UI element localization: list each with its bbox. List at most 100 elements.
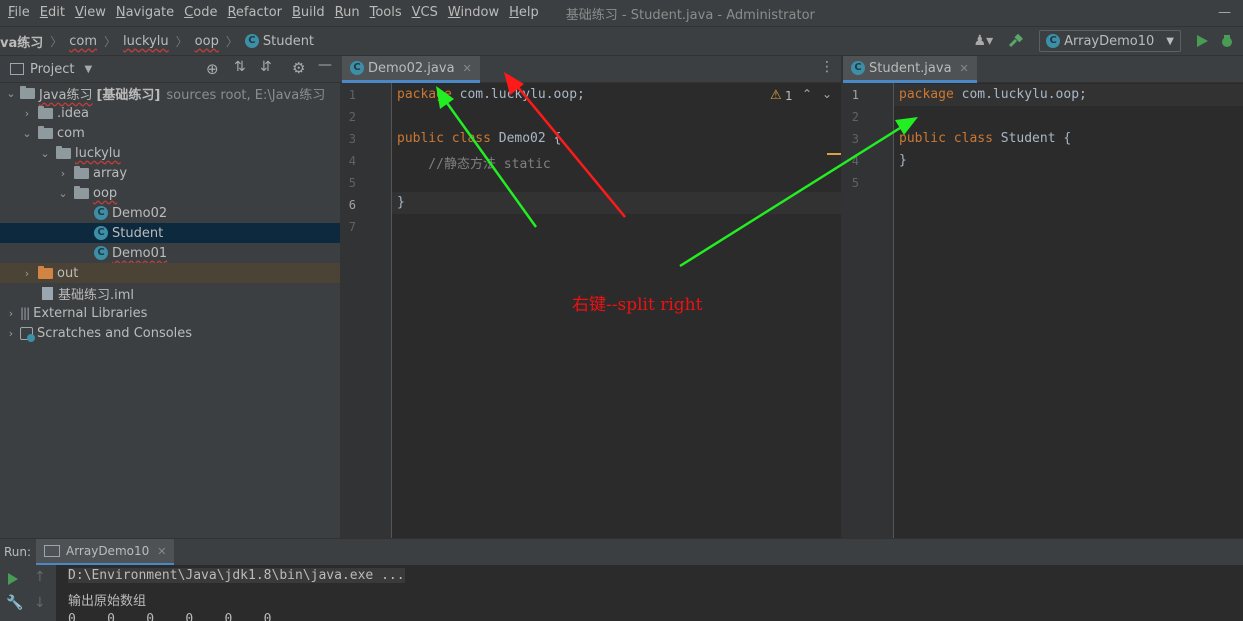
run-label: Run: bbox=[4, 545, 32, 559]
line-number: 7 bbox=[348, 220, 356, 234]
tree-item-out[interactable]: › out bbox=[0, 263, 340, 283]
scratch-icon bbox=[20, 326, 35, 342]
tab-student-java[interactable]: C Student.java ✕ bbox=[843, 56, 977, 83]
right-editor-code[interactable]: package com.luckylu.oop; public class St… bbox=[894, 83, 1243, 538]
chevron-right-icon[interactable]: › bbox=[56, 167, 70, 180]
warning-icon[interactable]: ⚠ bbox=[770, 88, 782, 103]
chevron-down-icon[interactable]: ⌄ bbox=[38, 147, 52, 160]
breadcrumb-separator-icon: 〉 bbox=[225, 34, 238, 49]
breadcrumb-project[interactable]: va练习 bbox=[0, 32, 43, 51]
tab-demo02-java[interactable]: C Demo02.java ✕ bbox=[342, 56, 480, 83]
line-number: 1 bbox=[348, 88, 356, 102]
hide-panel-icon[interactable]: — bbox=[318, 57, 332, 73]
tree-item-student[interactable]: C Student bbox=[0, 223, 340, 243]
menu-tools[interactable]: Tools bbox=[365, 0, 407, 26]
close-icon[interactable]: ✕ bbox=[960, 62, 969, 75]
project-view-select[interactable]: Project bbox=[30, 62, 74, 77]
tree-item-scratches[interactable]: › Scratches and Consoles bbox=[0, 323, 340, 343]
close-icon[interactable]: ✕ bbox=[157, 545, 166, 558]
breadcrumb-com[interactable]: com bbox=[69, 34, 97, 49]
module-file-icon bbox=[42, 286, 53, 300]
run-tab-arraydemo10[interactable]: ArrayDemo10 ✕ bbox=[36, 539, 175, 565]
code-line-4: } bbox=[899, 153, 907, 168]
collapse-all-icon[interactable]: ⇵ bbox=[260, 59, 272, 75]
code-line-4: //静态方法 static bbox=[397, 157, 551, 172]
chevron-right-icon[interactable]: › bbox=[20, 267, 34, 280]
tree-item-project-root[interactable]: ⌄ Java练习 [基础练习] sources root, E:\Java练习 bbox=[0, 83, 340, 103]
chevron-down-icon[interactable]: ⌄ bbox=[4, 87, 18, 100]
menu-view[interactable]: View bbox=[70, 0, 111, 26]
menu-vcs[interactable]: VCS bbox=[407, 0, 443, 26]
breadcrumb-luckylu[interactable]: luckylu bbox=[123, 34, 169, 49]
menu-window[interactable]: Window bbox=[443, 0, 504, 26]
chevron-down-icon[interactable]: ▼ bbox=[84, 64, 92, 75]
annotation-text: 右键--split right bbox=[572, 295, 703, 315]
run-side-toolbar: ↑ 🔧 ↓ bbox=[0, 565, 56, 621]
debug-icon[interactable] bbox=[1219, 33, 1235, 49]
breadcrumb-oop[interactable]: oop bbox=[195, 34, 219, 49]
right-editor-gutter: 1 2 3 4 5 bbox=[843, 83, 894, 538]
chevron-right-icon[interactable]: › bbox=[4, 327, 18, 340]
more-options-icon[interactable]: ⋮ bbox=[820, 59, 834, 75]
wrench-icon[interactable]: 🔧 bbox=[6, 595, 23, 611]
scroll-up-icon[interactable]: ↑ bbox=[34, 569, 46, 585]
tree-item-array[interactable]: › array bbox=[0, 163, 340, 183]
tree-item-idea[interactable]: › .idea bbox=[0, 103, 340, 123]
folder-icon bbox=[38, 105, 53, 119]
menu-help[interactable]: Help bbox=[504, 0, 544, 26]
menu-file[interactable]: File bbox=[0, 0, 35, 26]
menu-refactor[interactable]: Refactor bbox=[222, 0, 287, 26]
line-number: 6 bbox=[348, 198, 356, 212]
expand-all-icon[interactable]: ⇅ bbox=[234, 59, 246, 75]
gear-icon[interactable]: ⚙ bbox=[292, 59, 305, 77]
line-number: 1 bbox=[851, 88, 859, 102]
run-icon[interactable] bbox=[1195, 34, 1209, 48]
menu-build[interactable]: Build bbox=[287, 0, 330, 26]
chevron-right-icon[interactable]: › bbox=[4, 307, 18, 320]
previous-highlight-icon[interactable]: ⌃ bbox=[802, 87, 812, 101]
class-icon: C bbox=[94, 206, 108, 220]
console-line: 输出原始数组 bbox=[68, 594, 147, 609]
line-number: 2 bbox=[851, 110, 859, 124]
tree-item-luckylu[interactable]: ⌄ luckylu bbox=[0, 143, 340, 163]
console-line: 0 0 0 0 0 0 bbox=[68, 612, 272, 621]
tree-item-external-libraries[interactable]: › ||| External Libraries bbox=[0, 303, 340, 323]
breadcrumb-separator-icon: 〉 bbox=[50, 34, 63, 49]
package-folder-icon bbox=[38, 125, 53, 139]
menu-run[interactable]: Run bbox=[330, 0, 365, 26]
menu-navigate[interactable]: Navigate bbox=[111, 0, 179, 26]
window-title: 基础练习 - Student.java - Administrator bbox=[565, 7, 815, 23]
locate-icon[interactable]: ⊕ bbox=[206, 60, 219, 78]
tree-item-com[interactable]: ⌄ com bbox=[0, 123, 340, 143]
run-configuration-select[interactable]: C ArrayDemo10 ▼ bbox=[1039, 30, 1181, 52]
left-editor-tabbar: C Demo02.java ✕ ⋮ bbox=[340, 56, 841, 83]
close-icon[interactable]: ✕ bbox=[463, 62, 472, 75]
project-icon bbox=[10, 63, 24, 75]
warning-count[interactable]: 1 bbox=[785, 89, 793, 103]
chevron-down-icon: ▼ bbox=[1166, 35, 1174, 47]
tree-item-demo02[interactable]: C Demo02 bbox=[0, 203, 340, 223]
tree-item-iml[interactable]: 基础练习.iml bbox=[0, 283, 340, 303]
chevron-down-icon[interactable]: ⌄ bbox=[56, 187, 70, 200]
breadcrumb-student[interactable]: C Student bbox=[244, 34, 314, 49]
code-line-3: public class Demo02 { bbox=[397, 131, 562, 146]
minimize-icon[interactable]: — bbox=[1218, 0, 1231, 26]
caret-row bbox=[392, 192, 841, 214]
code-line-3: public class Student { bbox=[899, 131, 1072, 146]
menu-code[interactable]: Code bbox=[179, 0, 222, 26]
scroll-down-icon[interactable]: ↓ bbox=[34, 595, 46, 611]
line-number: 2 bbox=[348, 110, 356, 124]
user-icon[interactable]: ♟▾ bbox=[974, 33, 994, 49]
next-highlight-icon[interactable]: ⌄ bbox=[822, 87, 832, 101]
chevron-down-icon[interactable]: ⌄ bbox=[20, 127, 34, 140]
warning-stripe-mark[interactable] bbox=[827, 153, 841, 155]
excluded-folder-icon bbox=[38, 265, 53, 279]
tree-item-oop[interactable]: ⌄ oop bbox=[0, 183, 340, 203]
console-output[interactable]: D:\Environment\Java\jdk1.8\bin\java.exe … bbox=[56, 565, 412, 621]
tree-item-demo01[interactable]: C Demo01 bbox=[0, 243, 340, 263]
rerun-icon[interactable] bbox=[7, 573, 19, 585]
chevron-right-icon[interactable]: › bbox=[20, 107, 34, 120]
toolbar-right: ♟▾ C ArrayDemo10 ▼ bbox=[974, 27, 1243, 55]
build-hammer-icon[interactable] bbox=[1007, 33, 1024, 49]
menu-edit[interactable]: Edit bbox=[35, 0, 70, 26]
